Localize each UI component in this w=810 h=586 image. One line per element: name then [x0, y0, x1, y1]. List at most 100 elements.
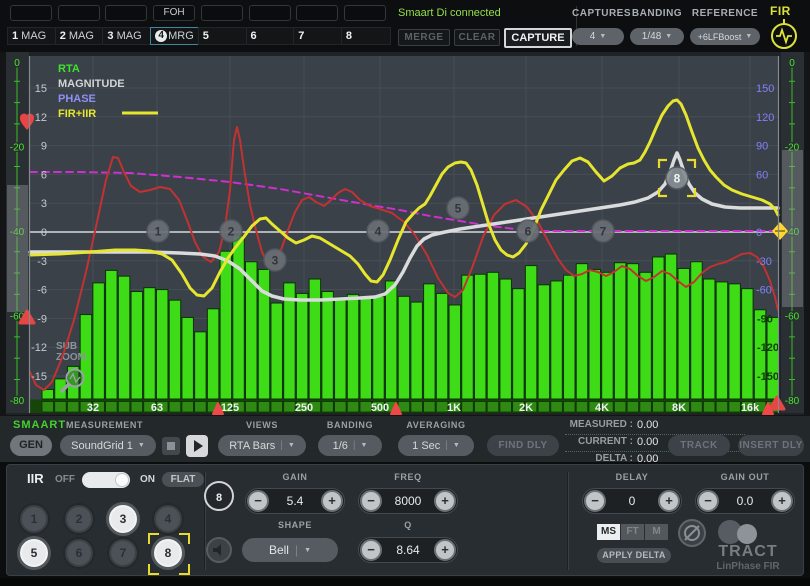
capture-tab-8[interactable]: 8	[341, 27, 391, 45]
svg-text:8K: 8K	[672, 402, 686, 414]
unit-ms-button[interactable]: MS	[597, 524, 620, 540]
svg-text:-60: -60	[756, 285, 772, 297]
eq-band-marker-1[interactable]: 1	[147, 220, 169, 242]
captures-dropdown[interactable]: 4▼	[572, 28, 624, 45]
delay-stepper: − 0 +	[582, 488, 682, 514]
band-select-button-4[interactable]: 4	[154, 505, 182, 533]
capture-name-field-8[interactable]	[344, 5, 386, 21]
gain-out-value[interactable]: 0.0	[718, 494, 772, 508]
gain-out-plus-button[interactable]: +	[771, 490, 793, 512]
capture-name-field-5[interactable]	[201, 5, 243, 21]
capture-name-field-3[interactable]	[105, 5, 147, 21]
eq-band-marker-4[interactable]: 4	[367, 220, 389, 242]
flat-button[interactable]: FLAT	[162, 472, 204, 487]
capture-tab-6[interactable]: 6	[246, 27, 296, 45]
chevron-down-icon: ▼	[599, 33, 606, 40]
q-value[interactable]: 8.64	[381, 543, 435, 557]
left-scale-zoom-handle[interactable]	[7, 185, 28, 312]
q-minus-button[interactable]: −	[360, 539, 382, 561]
svg-text:6: 6	[525, 225, 532, 239]
gain-out-label: GAIN OUT	[695, 472, 795, 482]
capture-tab-7[interactable]: 7	[293, 27, 343, 45]
band-select-button-3[interactable]: 3	[109, 505, 137, 533]
svg-text:-90: -90	[757, 313, 773, 325]
unit-m-button[interactable]: M	[645, 524, 668, 540]
banding-value: 1/6	[333, 440, 348, 452]
stop-icon	[167, 442, 175, 450]
capture-button[interactable]: CAPTURE	[504, 28, 572, 48]
captures-label: CAPTURES	[572, 8, 624, 19]
svg-text:7: 7	[600, 225, 607, 239]
capture-name-field-6[interactable]	[249, 5, 291, 21]
clear-button[interactable]: CLEAR	[454, 29, 500, 46]
band-power-button[interactable]: 8	[204, 481, 234, 511]
views-value: RTA Bars	[229, 440, 275, 452]
measurement-source-dropdown[interactable]: SoundGrid 1 ▼	[60, 435, 156, 456]
banding-dropdown[interactable]: 1/48▼	[630, 28, 684, 45]
capture-tab-2[interactable]: 2 MAG	[55, 27, 105, 45]
svg-text:12: 12	[35, 112, 47, 124]
brand-name: TRACT	[700, 543, 796, 561]
gain-plus-button[interactable]: +	[321, 490, 343, 512]
chevron-down-icon: ▼	[288, 442, 295, 449]
capture-tab-3[interactable]: 3 MAG	[102, 27, 152, 45]
band-listen-button[interactable]	[206, 537, 232, 563]
eq-band-marker-5[interactable]: 5	[447, 197, 469, 219]
banding-label: BANDING	[630, 8, 684, 19]
capture-name-field-1[interactable]	[10, 5, 52, 21]
svg-text:-80: -80	[10, 396, 25, 407]
delay-plus-button[interactable]: +	[658, 490, 680, 512]
delay-minus-button[interactable]: −	[584, 490, 606, 512]
freq-plus-button[interactable]: +	[434, 490, 456, 512]
frequency-response-graph[interactable]: -90-120-150SUBZOOM1234567815129630-3-6-9…	[0, 52, 810, 415]
averaging-dropdown[interactable]: 1 Sec|▼	[398, 435, 474, 456]
q-plus-button[interactable]: +	[434, 539, 456, 561]
band-select-button-6[interactable]: 6	[65, 539, 93, 567]
banding-label: BANDING	[318, 420, 382, 430]
capture-tab-1[interactable]: 1 MAG	[7, 27, 57, 45]
chevron-down-icon: ▼	[138, 442, 145, 449]
merge-button[interactable]: MERGE	[398, 29, 450, 46]
stop-button[interactable]	[162, 437, 180, 455]
band-select-button-5[interactable]: 5	[20, 539, 48, 567]
freq-value[interactable]: 8000	[381, 494, 435, 508]
band-select-button-7[interactable]: 7	[109, 539, 137, 567]
svg-text:32: 32	[87, 402, 99, 414]
eq-band-marker-6[interactable]: 6	[517, 220, 539, 242]
play-button[interactable]	[186, 435, 208, 457]
delay-value[interactable]: 0	[605, 494, 659, 508]
speaker-icon	[208, 539, 230, 561]
eq-band-marker-2[interactable]: 2	[220, 220, 242, 242]
capture-tab-5[interactable]: 5	[198, 27, 248, 45]
iir-label: IIR	[27, 471, 44, 486]
find-delay-button[interactable]: FIND DLY	[487, 435, 559, 456]
eq-band-marker-7[interactable]: 7	[592, 220, 614, 242]
svg-text:-120: -120	[757, 342, 779, 354]
freq-label: FREQ	[358, 472, 458, 482]
shape-dropdown[interactable]: Bell|▼	[242, 538, 338, 562]
gain-minus-button[interactable]: −	[247, 490, 269, 512]
track-button[interactable]: TRACK	[668, 435, 730, 456]
capture-tab-4[interactable]: 4MRG	[150, 27, 200, 45]
views-dropdown[interactable]: RTA Bars|▼	[218, 435, 306, 456]
chevron-down-icon: ▼	[665, 33, 672, 40]
freq-minus-button[interactable]: −	[360, 490, 382, 512]
gain-value[interactable]: 5.4	[268, 494, 322, 508]
gain-out-minus-button[interactable]: −	[697, 490, 719, 512]
capture-name-field-2[interactable]	[58, 5, 100, 21]
capture-name-field-7[interactable]	[296, 5, 338, 21]
insert-delay-button[interactable]: INSERT DLY	[738, 435, 804, 456]
svg-text:-80: -80	[785, 396, 800, 407]
band-select-button-1[interactable]: 1	[20, 505, 48, 533]
svg-text:-15: -15	[31, 371, 47, 383]
capture-name-field-4[interactable]: FOH	[153, 5, 195, 21]
eq-band-marker-3[interactable]: 3	[264, 249, 286, 271]
band-select-button-2[interactable]: 2	[65, 505, 93, 533]
iir-on-off-toggle[interactable]	[82, 472, 130, 488]
reference-dropdown[interactable]: +6LFBoost▼	[690, 28, 760, 45]
apply-delta-button[interactable]: APPLY DELTA	[597, 548, 671, 563]
source-value: SoundGrid 1	[71, 440, 133, 452]
generator-button[interactable]: GEN	[10, 435, 52, 456]
unit-ft-button[interactable]: FT	[621, 524, 644, 540]
banding-dropdown[interactable]: 1/6|▼	[318, 435, 382, 456]
